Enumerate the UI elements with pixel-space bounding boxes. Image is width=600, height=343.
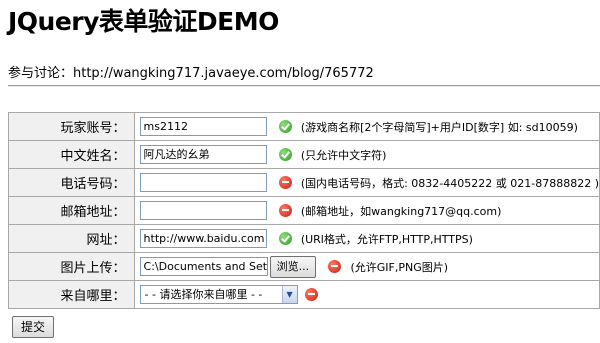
origin-label: 来自哪里： bbox=[8, 280, 135, 309]
url-hint: (URl格式，允许FTP,HTTP,HTTPS) bbox=[300, 232, 473, 246]
account-label: 玩家账号： bbox=[8, 112, 135, 141]
account-input[interactable]: ms2112 bbox=[139, 117, 267, 136]
url-label: 网址： bbox=[8, 224, 135, 253]
name-label: 中文姓名： bbox=[8, 140, 135, 169]
url-field-cell: http://www.baidu.com (URl格式，允许FTP,HTTP,H… bbox=[133, 224, 600, 253]
origin-select[interactable]: - - 请选择你来自哪里 - - ▼ bbox=[139, 285, 298, 304]
row-image: 图片上传： C:\Documents and Setti 浏览... (允许GI… bbox=[8, 252, 600, 281]
phone-label: 电话号码： bbox=[8, 168, 135, 197]
account-hint: (游戏商名称[2个字母简写]+用户ID[数字] 如: sd10059) bbox=[300, 120, 578, 134]
image-file-input[interactable]: C:\Documents and Setti bbox=[139, 257, 268, 276]
origin-select-value: - - 请选择你来自哪里 - - bbox=[144, 288, 263, 301]
email-label: 邮箱地址： bbox=[8, 196, 135, 225]
minus-circle-icon bbox=[328, 260, 342, 273]
check-circle-icon bbox=[278, 232, 292, 245]
image-hint: (允许GIF,PNG图片) bbox=[350, 260, 449, 274]
image-field-cell: C:\Documents and Setti 浏览... (允许GIF,PNG图… bbox=[133, 252, 600, 281]
browse-button[interactable]: 浏览... bbox=[269, 255, 317, 278]
phone-input[interactable] bbox=[139, 173, 267, 192]
name-field-cell: 阿凡达的幺弟 (只允许中文字符) bbox=[133, 140, 600, 169]
row-phone: 电话号码： (国内电话号码，格式: 0832-4405222 或 021-878… bbox=[8, 168, 600, 197]
chevron-down-icon[interactable]: ▼ bbox=[281, 286, 297, 303]
divider bbox=[8, 85, 600, 87]
row-email: 邮箱地址： (邮箱地址，如wangking717@qq.com) bbox=[8, 196, 600, 225]
origin-field-cell: - - 请选择你来自哪里 - - ▼ bbox=[133, 280, 600, 309]
page-title: JQuery表单验证DEMO bbox=[8, 7, 279, 36]
row-url: 网址： http://www.baidu.com (URl格式，允许FTP,HT… bbox=[8, 224, 600, 253]
name-input[interactable]: 阿凡达的幺弟 bbox=[139, 145, 267, 164]
minus-circle-icon bbox=[304, 288, 318, 301]
submit-button[interactable]: 提交 bbox=[12, 316, 55, 338]
account-field-cell: ms2112 (游戏商名称[2个字母简写]+用户ID[数字] 如: sd1005… bbox=[133, 112, 600, 141]
check-circle-icon bbox=[278, 120, 292, 133]
image-label: 图片上传： bbox=[8, 252, 135, 281]
row-origin: 来自哪里： - - 请选择你来自哪里 - - ▼ bbox=[8, 280, 600, 309]
row-name: 中文姓名： 阿凡达的幺弟 (只允许中文字符) bbox=[8, 140, 600, 169]
row-account: 玩家账号： ms2112 (游戏商名称[2个字母简写]+用户ID[数字] 如: … bbox=[8, 112, 600, 141]
minus-circle-icon bbox=[278, 176, 292, 189]
check-circle-icon bbox=[278, 148, 292, 161]
phone-field-cell: (国内电话号码，格式: 0832-4405222 或 021-87888822 … bbox=[133, 168, 600, 197]
name-hint: (只允许中文字符) bbox=[300, 148, 387, 162]
url-input[interactable]: http://www.baidu.com bbox=[139, 229, 267, 248]
validation-form: 玩家账号： ms2112 (游戏商名称[2个字母简写]+用户ID[数字] 如: … bbox=[8, 112, 600, 309]
email-hint: (邮箱地址，如wangking717@qq.com) bbox=[300, 204, 502, 218]
email-input[interactable] bbox=[139, 201, 267, 220]
discussion-link-text: 参与讨论：http://wangking717.javaeye.com/blog… bbox=[8, 66, 374, 81]
minus-circle-icon bbox=[278, 204, 292, 217]
phone-hint: (国内电话号码，格式: 0832-4405222 或 021-87888822 … bbox=[300, 176, 599, 190]
email-field-cell: (邮箱地址，如wangking717@qq.com) bbox=[133, 196, 600, 225]
